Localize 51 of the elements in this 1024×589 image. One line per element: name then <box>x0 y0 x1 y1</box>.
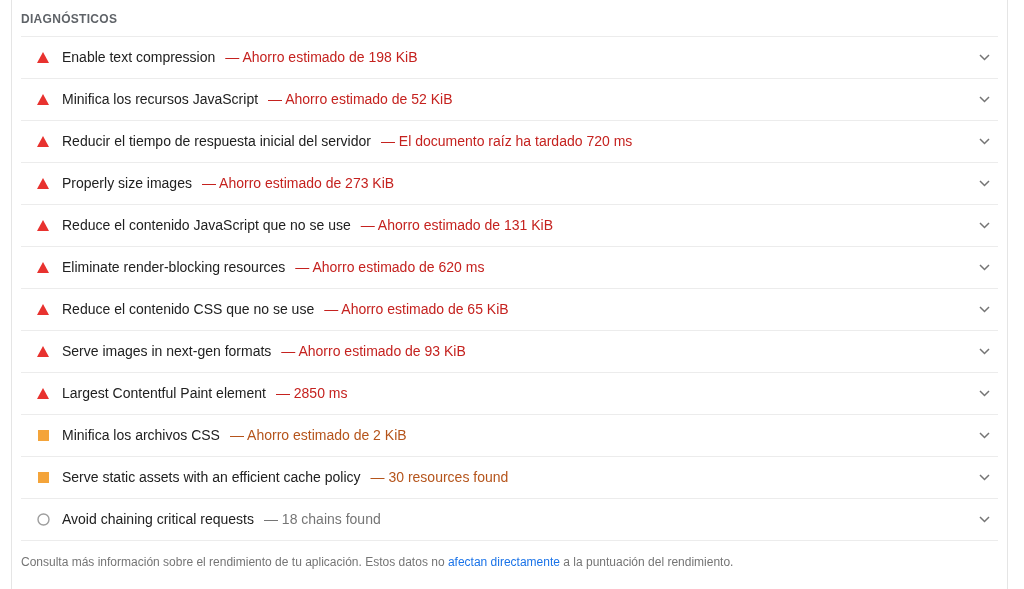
chevron-icon[interactable] <box>979 222 990 229</box>
warning-triangle-icon <box>37 178 49 189</box>
audit-detail: — Ahorro estimado de 198 KiB <box>225 48 418 67</box>
audit-title: Eliminate render-blocking resources <box>62 258 286 277</box>
link[interactable]: afectan directamente <box>447 555 560 569</box>
audit-detail: — 30 resources found <box>370 468 509 487</box>
circle-icon <box>36 513 50 526</box>
warning-triangle-icon <box>37 388 49 399</box>
audit-detail: — Ahorro estimado de 65 KiB <box>324 300 509 319</box>
audit-title: Minifica los recursos JavaScript <box>62 90 259 109</box>
audit-title: Serve static assets with an efficient cache policy <box>62 468 361 487</box>
audit-detail: — Ahorro estimado de 93 KiB <box>281 342 466 361</box>
audit-title: Reducir el tiempo de respuesta inicial del servidor <box>62 132 371 151</box>
warning-triangle-icon <box>37 262 49 273</box>
warning-triangle-icon <box>37 136 49 147</box>
footer-note: Consulta más información sobre el rendimiento de tu aplicación. Estos datos no afectan directamente a la puntuación del rendimiento. <box>21 554 734 571</box>
audit-title: Enable text compression <box>62 48 216 67</box>
audit-title: Reduce el contenido JavaScript que no se use <box>62 216 351 235</box>
audit-title: Serve images in next-gen formats <box>62 342 272 361</box>
audit-detail: — Ahorro estimado de 273 KiB <box>201 174 395 193</box>
audit-title: Minifica los archivos CSS <box>62 426 220 445</box>
warning-triangle-icon <box>37 94 49 105</box>
audit-detail: — 18 chains found <box>263 510 381 529</box>
audit-title: Avoid chaining critical requests <box>62 510 254 529</box>
warning-triangle-icon <box>37 346 49 357</box>
chevron-icon[interactable] <box>979 390 990 397</box>
audit-detail: — El documento raíz ha tardado 720 ms <box>380 132 633 151</box>
audit-detail: — Ahorro estimado de 131 KiB <box>360 216 553 235</box>
audit-detail: — 2850 ms <box>275 384 348 403</box>
warning-triangle-icon <box>37 220 49 231</box>
audit-title: Reduce el contenido CSS que no se use <box>62 300 315 319</box>
chevron-icon[interactable] <box>979 180 990 187</box>
square-icon <box>37 472 49 483</box>
chevron-icon[interactable] <box>979 306 990 313</box>
audit-detail: — Ahorro estimado de 52 KiB <box>268 90 453 109</box>
audit-detail: — Ahorro estimado de 2 KiB <box>229 426 407 445</box>
square-icon <box>37 430 49 441</box>
chevron-icon[interactable] <box>979 264 990 271</box>
audit-title: Properly size images <box>62 174 192 193</box>
chevron-icon[interactable] <box>979 474 990 481</box>
chevron-icon[interactable] <box>979 516 990 523</box>
chevron-icon[interactable] <box>979 96 990 103</box>
section-heading: DIAGNÓSTICOS <box>21 10 118 28</box>
chevron-icon[interactable] <box>979 348 990 355</box>
chevron-icon[interactable] <box>979 54 990 61</box>
chevron-icon[interactable] <box>979 432 990 439</box>
warning-triangle-icon <box>37 304 49 315</box>
chevron-icon[interactable] <box>979 138 990 145</box>
warning-triangle-icon <box>37 52 49 63</box>
audit-title: Largest Contentful Paint element <box>62 384 266 403</box>
audit-detail: — Ahorro estimado de 620 ms <box>295 258 485 277</box>
